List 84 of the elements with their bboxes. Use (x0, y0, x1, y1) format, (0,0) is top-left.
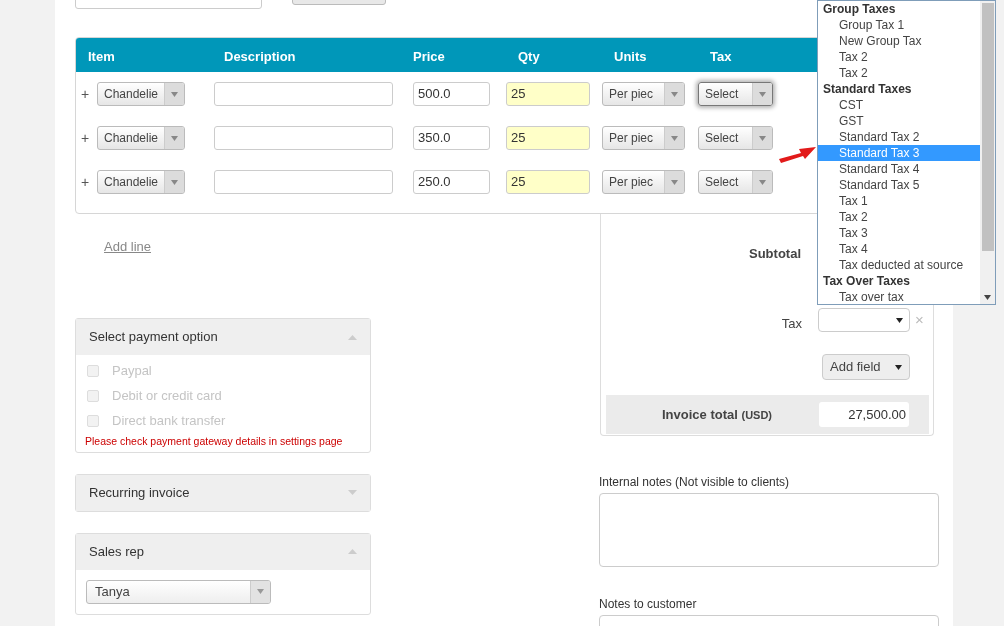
column-header: Price (413, 48, 445, 66)
add-line-link[interactable]: Add line (104, 239, 151, 254)
checkbox-label: Debit or credit card (112, 386, 222, 405)
column-header: Units (614, 48, 647, 66)
dropdown-option[interactable]: Tax 2 (818, 209, 980, 225)
dropdown-option[interactable]: Tax 2 (818, 49, 980, 65)
column-header: Tax (710, 48, 732, 66)
dropdown-option[interactable]: Group Tax 1 (818, 17, 980, 33)
subtotal-label: Subtotal (749, 245, 801, 263)
description-field[interactable] (214, 126, 393, 150)
arrow-icon (777, 144, 817, 164)
tax-label: Tax (781, 315, 802, 333)
notes-label: Notes to customer (599, 596, 698, 613)
units-select[interactable]: Per piec (602, 126, 685, 150)
caret-icon (171, 135, 178, 141)
notes-field[interactable] (599, 493, 939, 567)
panel-header[interactable]: Recurring invoice (76, 474, 370, 511)
group-label: Group Taxes (822, 1, 897, 17)
scrollbar-thumb[interactable] (981, 3, 994, 251)
warning-text: Please check payment gateway details in settings page (85, 434, 344, 449)
panel-header[interactable]: Select payment option (76, 319, 370, 355)
dropdown-option[interactable]: CST (818, 97, 980, 113)
tax-select[interactable]: Select (698, 126, 773, 150)
description-field[interactable] (214, 170, 393, 194)
tax-select[interactable] (818, 308, 910, 332)
column-header: Qty (518, 48, 540, 66)
dropdown-option[interactable]: Tax deducted at source (818, 257, 980, 273)
dropdown-option[interactable]: Standard Tax 4 (818, 161, 980, 177)
add-field-button[interactable]: Add field (822, 354, 910, 380)
item-select[interactable]: Chandelie (97, 82, 185, 106)
dropdown-option[interactable]: Tax 1 (818, 193, 980, 209)
dropdown-option[interactable]: Tax 2 (818, 65, 980, 81)
price-field[interactable]: 350.0 (413, 126, 490, 150)
qty-field[interactable]: 25 (506, 170, 590, 194)
collapse-icon (348, 334, 357, 340)
caret-icon (759, 91, 766, 97)
description-field[interactable] (214, 82, 393, 106)
group-label: Tax Over Taxes (822, 273, 911, 289)
add-row-button[interactable]: + (81, 127, 91, 149)
column-header: Description (224, 48, 296, 66)
sales-rep-select[interactable]: Tanya (86, 579, 271, 604)
panel-header[interactable]: Sales rep (76, 533, 370, 570)
price-field[interactable]: 250.0 (413, 170, 490, 194)
units-select[interactable]: Per piec (602, 82, 685, 106)
caret-icon (671, 91, 678, 97)
group-label: Standard Taxes (822, 81, 913, 97)
caret-icon (896, 317, 903, 323)
caret-icon (171, 91, 178, 97)
dropdown-option[interactable]: Standard Tax 2 (818, 129, 980, 145)
collapse-icon (348, 549, 357, 555)
tax-select[interactable]: Select (698, 170, 773, 194)
panel-title: Select payment option (89, 328, 218, 347)
caret-icon (671, 179, 678, 185)
caret-icon (984, 295, 991, 300)
column-header: Item (88, 48, 115, 66)
add-row-button[interactable]: + (81, 171, 91, 193)
invoice-total-field[interactable]: 27,500.00 (819, 402, 909, 427)
add-row-button[interactable]: + (81, 83, 91, 105)
notes-label: Internal notes (Not visible to clients) (599, 474, 791, 491)
dropdown-option[interactable]: New Group Tax (818, 33, 980, 49)
item-select[interactable]: Chandelie (97, 126, 185, 150)
qty-field[interactable]: 25 (506, 82, 590, 106)
caret-icon (671, 135, 678, 141)
qty-field[interactable]: 25 (506, 126, 590, 150)
item-select[interactable]: Chandelie (97, 170, 185, 194)
panel-title: Recurring invoice (89, 484, 190, 502)
caret-icon (895, 364, 902, 370)
dropdown-option[interactable]: Tax over tax (818, 289, 980, 304)
caret-icon (257, 589, 264, 595)
units-select[interactable]: Per piec (602, 170, 685, 194)
dropdown-option[interactable]: Standard Tax 5 (818, 177, 980, 193)
checkbox-label: Paypal (112, 361, 152, 380)
panel-title: Sales rep (89, 543, 144, 561)
tax-select[interactable]: Select (698, 82, 773, 106)
caret-icon (759, 135, 766, 141)
invoice-total-label: Invoice total (USD) (662, 405, 773, 424)
dropdown-option[interactable]: GST (818, 113, 980, 129)
caret-icon (759, 179, 766, 185)
dropdown-option[interactable]: Tax 3 (818, 225, 980, 241)
checkbox-label: Direct bank transfer (112, 411, 226, 430)
dropdown-option[interactable]: Tax 4 (818, 241, 980, 257)
price-field[interactable]: 500.0 (413, 82, 490, 106)
expand-icon (348, 490, 357, 496)
caret-icon (171, 179, 178, 185)
